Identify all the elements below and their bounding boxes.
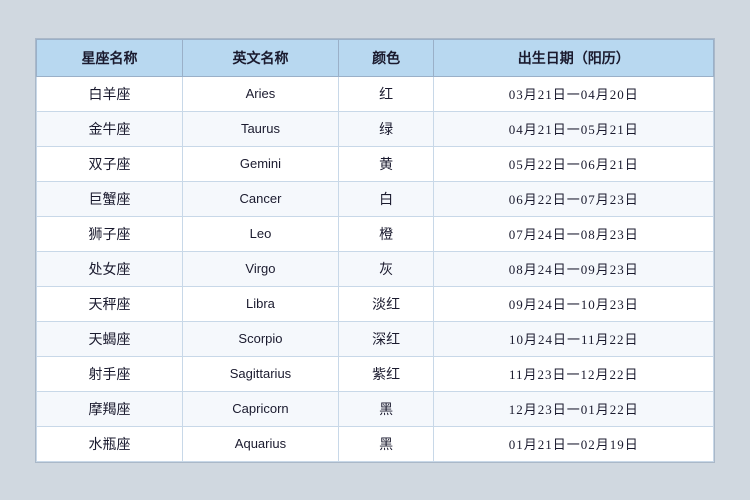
cell-date-range: 06月22日一07月23日 bbox=[434, 181, 714, 216]
cell-date-range: 01月21日一02月19日 bbox=[434, 426, 714, 461]
table-row: 双子座Gemini黄05月22日一06月21日 bbox=[37, 146, 714, 181]
cell-date-range: 04月21日一05月21日 bbox=[434, 111, 714, 146]
cell-en-name: Aries bbox=[183, 76, 339, 111]
cell-en-name: Aquarius bbox=[183, 426, 339, 461]
table-row: 狮子座Leo橙07月24日一08月23日 bbox=[37, 216, 714, 251]
header-zh-name: 星座名称 bbox=[37, 39, 183, 76]
cell-zh-name: 水瓶座 bbox=[37, 426, 183, 461]
cell-color: 黑 bbox=[338, 426, 434, 461]
cell-date-range: 08月24日一09月23日 bbox=[434, 251, 714, 286]
cell-en-name: Cancer bbox=[183, 181, 339, 216]
cell-zh-name: 射手座 bbox=[37, 356, 183, 391]
cell-zh-name: 天蝎座 bbox=[37, 321, 183, 356]
cell-en-name: Leo bbox=[183, 216, 339, 251]
table-row: 天蝎座Scorpio深红10月24日一11月22日 bbox=[37, 321, 714, 356]
cell-en-name: Gemini bbox=[183, 146, 339, 181]
cell-color: 红 bbox=[338, 76, 434, 111]
cell-en-name: Sagittarius bbox=[183, 356, 339, 391]
header-en-name: 英文名称 bbox=[183, 39, 339, 76]
cell-color: 橙 bbox=[338, 216, 434, 251]
cell-zh-name: 白羊座 bbox=[37, 76, 183, 111]
cell-zh-name: 金牛座 bbox=[37, 111, 183, 146]
cell-date-range: 12月23日一01月22日 bbox=[434, 391, 714, 426]
cell-zh-name: 双子座 bbox=[37, 146, 183, 181]
cell-date-range: 11月23日一12月22日 bbox=[434, 356, 714, 391]
table-row: 白羊座Aries红03月21日一04月20日 bbox=[37, 76, 714, 111]
cell-zh-name: 巨蟹座 bbox=[37, 181, 183, 216]
table-row: 水瓶座Aquarius黑01月21日一02月19日 bbox=[37, 426, 714, 461]
cell-color: 黄 bbox=[338, 146, 434, 181]
cell-zh-name: 摩羯座 bbox=[37, 391, 183, 426]
zodiac-table: 星座名称 英文名称 颜色 出生日期（阳历） 白羊座Aries红03月21日一04… bbox=[36, 39, 714, 462]
table-row: 射手座Sagittarius紫红11月23日一12月22日 bbox=[37, 356, 714, 391]
cell-zh-name: 狮子座 bbox=[37, 216, 183, 251]
table-row: 处女座Virgo灰08月24日一09月23日 bbox=[37, 251, 714, 286]
cell-en-name: Libra bbox=[183, 286, 339, 321]
header-color: 颜色 bbox=[338, 39, 434, 76]
header-date-range: 出生日期（阳历） bbox=[434, 39, 714, 76]
cell-en-name: Taurus bbox=[183, 111, 339, 146]
cell-color: 淡红 bbox=[338, 286, 434, 321]
cell-color: 白 bbox=[338, 181, 434, 216]
cell-zh-name: 天秤座 bbox=[37, 286, 183, 321]
zodiac-table-container: 星座名称 英文名称 颜色 出生日期（阳历） 白羊座Aries红03月21日一04… bbox=[35, 38, 715, 463]
cell-en-name: Scorpio bbox=[183, 321, 339, 356]
cell-zh-name: 处女座 bbox=[37, 251, 183, 286]
table-row: 摩羯座Capricorn黑12月23日一01月22日 bbox=[37, 391, 714, 426]
cell-date-range: 05月22日一06月21日 bbox=[434, 146, 714, 181]
cell-color: 深红 bbox=[338, 321, 434, 356]
cell-date-range: 03月21日一04月20日 bbox=[434, 76, 714, 111]
table-row: 巨蟹座Cancer白06月22日一07月23日 bbox=[37, 181, 714, 216]
cell-en-name: Virgo bbox=[183, 251, 339, 286]
table-header-row: 星座名称 英文名称 颜色 出生日期（阳历） bbox=[37, 39, 714, 76]
cell-date-range: 07月24日一08月23日 bbox=[434, 216, 714, 251]
cell-date-range: 09月24日一10月23日 bbox=[434, 286, 714, 321]
cell-en-name: Capricorn bbox=[183, 391, 339, 426]
cell-color: 紫红 bbox=[338, 356, 434, 391]
cell-color: 灰 bbox=[338, 251, 434, 286]
table-row: 金牛座Taurus绿04月21日一05月21日 bbox=[37, 111, 714, 146]
cell-color: 黑 bbox=[338, 391, 434, 426]
table-row: 天秤座Libra淡红09月24日一10月23日 bbox=[37, 286, 714, 321]
cell-date-range: 10月24日一11月22日 bbox=[434, 321, 714, 356]
cell-color: 绿 bbox=[338, 111, 434, 146]
